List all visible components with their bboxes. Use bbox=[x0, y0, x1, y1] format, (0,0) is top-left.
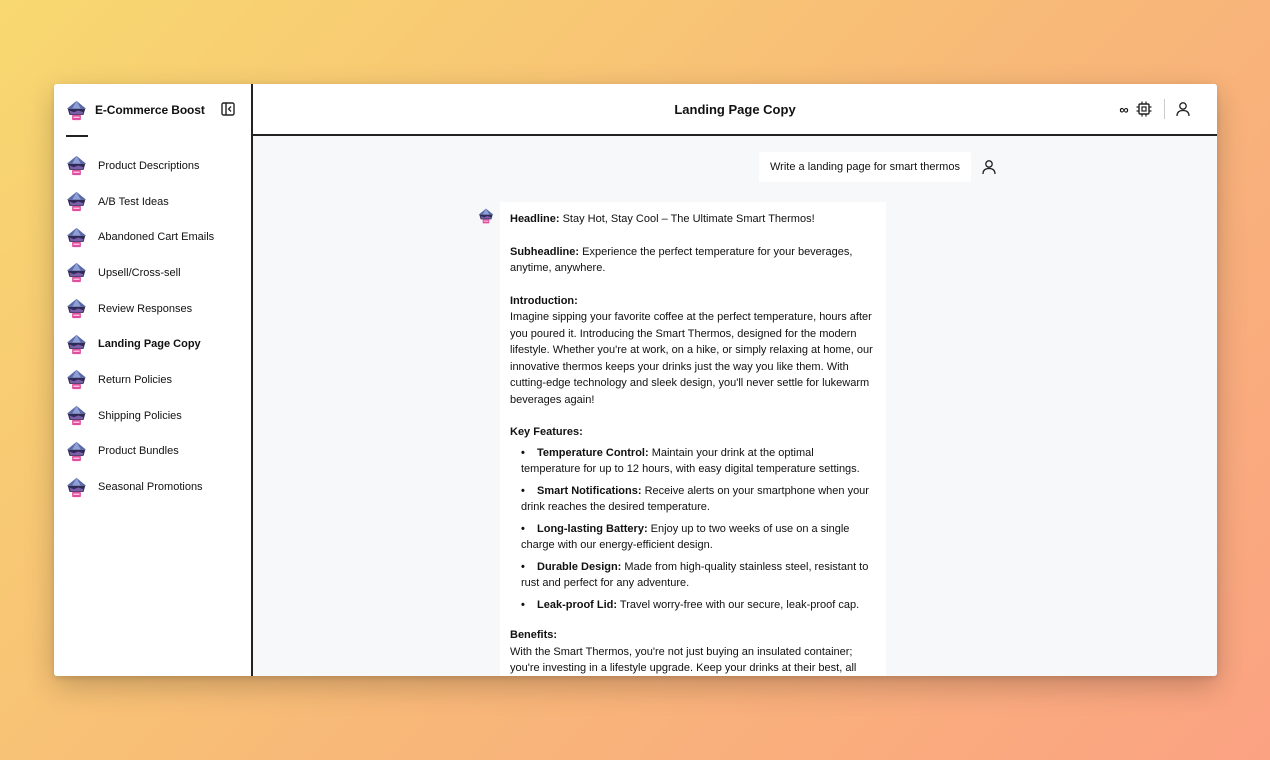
feature-title: Leak-proof Lid: bbox=[537, 598, 618, 611]
app-window: E-Commerce Boost Product Descriptions A/… bbox=[54, 84, 1217, 676]
feature-title: Durable Design: bbox=[537, 560, 622, 573]
benefits-label: Benefits: bbox=[510, 629, 558, 641]
list-item: • Long-lasting Battery: Enjoy up to two w… bbox=[521, 522, 850, 552]
sidebar-item-label: Upsell/Cross-sell bbox=[98, 266, 181, 279]
introduction-label: Introduction: bbox=[510, 294, 578, 307]
sidebar-item-product-bundles[interactable]: Product Bundles bbox=[54, 434, 251, 470]
item-logo-icon bbox=[66, 369, 87, 390]
sidebar-item-abandoned-cart-emails[interactable]: Abandoned Cart Emails bbox=[54, 219, 251, 255]
cpu-chip-icon[interactable] bbox=[1136, 101, 1152, 117]
sidebar-item-product-descriptions[interactable]: Product Descriptions bbox=[54, 148, 251, 184]
list-item: • Temperature Control: Maintain your drin… bbox=[521, 446, 860, 476]
sidebar-item-label: Product Descriptions bbox=[98, 159, 200, 172]
list-item: • Smart Notifications: Receive alerts on … bbox=[521, 484, 869, 514]
sidebar-item-return-policies[interactable]: Return Policies bbox=[54, 362, 251, 398]
introduction-text: Imagine sipping your favorite coffee at … bbox=[510, 311, 873, 406]
item-logo-icon bbox=[66, 441, 87, 462]
sidebar-item-label: Landing Page Copy bbox=[98, 338, 201, 351]
item-logo-icon bbox=[66, 227, 87, 248]
sidebar-item-label: Seasonal Promotions bbox=[98, 481, 203, 494]
benefits-paragraph: Benefits: With the Smart Thermos, you're … bbox=[510, 627, 876, 676]
feature-title: Long-lasting Battery: bbox=[537, 522, 648, 535]
assistant-message-row: Headline: Stay Hot, Stay Cool – The Ulti… bbox=[478, 202, 886, 676]
introduction-paragraph: Introduction: Imagine sipping your favori… bbox=[510, 293, 876, 409]
page-title: Landing Page Copy bbox=[674, 101, 796, 117]
sidebar-item-ab-test-ideas[interactable]: A/B Test Ideas bbox=[54, 184, 251, 220]
toolbar-divider bbox=[1164, 99, 1165, 119]
sidebar-item-label: Shipping Policies bbox=[98, 409, 182, 422]
key-features-label: Key Features: bbox=[510, 426, 583, 438]
top-bar: Landing Page Copy ∞ bbox=[253, 84, 1217, 136]
user-profile-icon[interactable] bbox=[1175, 101, 1191, 117]
user-message-row: Write a landing page for smart thermos bbox=[759, 152, 997, 182]
user-avatar-icon bbox=[982, 160, 996, 175]
item-logo-icon bbox=[66, 477, 87, 498]
headline-paragraph: Headline: Stay Hot, Stay Cool – The Ulti… bbox=[510, 211, 876, 228]
subheadline-paragraph: Subheadline: Experience the perfect temp… bbox=[510, 244, 876, 277]
sidebar-item-label: Return Policies bbox=[98, 373, 172, 386]
headline-label: Headline: bbox=[510, 213, 560, 225]
item-logo-icon bbox=[66, 155, 87, 176]
item-logo-icon bbox=[66, 405, 87, 426]
assistant-avatar-icon bbox=[478, 208, 494, 224]
item-logo-icon bbox=[66, 262, 87, 283]
sidebar-item-shipping-policies[interactable]: Shipping Policies bbox=[54, 398, 251, 434]
feature-text: Travel worry-free with our secure, leak-… bbox=[617, 598, 860, 611]
item-logo-icon bbox=[66, 298, 87, 319]
toolbar-icons: ∞ bbox=[1118, 84, 1191, 134]
sidebar-header-underline bbox=[66, 135, 88, 137]
sidebar-item-upsell-cross-sell[interactable]: Upsell/Cross-sell bbox=[54, 255, 251, 291]
chat-area: Write a landing page for smart thermos H… bbox=[253, 136, 1217, 676]
key-features-section: Key Features: • Temperature Control: Main… bbox=[510, 424, 876, 613]
brand-name: E-Commerce Boost bbox=[95, 103, 205, 117]
sidebar-item-label: A/B Test Ideas bbox=[98, 195, 169, 208]
sidebar-item-label: Review Responses bbox=[98, 302, 193, 315]
feature-title: Smart Notifications: bbox=[537, 484, 642, 497]
infinity-icon[interactable]: ∞ bbox=[1118, 102, 1130, 117]
assistant-message-bubble: Headline: Stay Hot, Stay Cool – The Ulti… bbox=[500, 202, 886, 676]
sidebar-nav: Product Descriptions A/B Test Ideas Aban… bbox=[54, 136, 251, 505]
sidebar-item-label: Product Bundles bbox=[98, 445, 179, 458]
sidebar-item-landing-page-copy[interactable]: Landing Page Copy bbox=[54, 326, 251, 362]
sidebar: E-Commerce Boost Product Descriptions A/… bbox=[54, 84, 253, 676]
feature-title: Temperature Control: bbox=[537, 446, 649, 459]
subheadline-label: Subheadline: bbox=[510, 245, 580, 258]
headline-text: Stay Hot, Stay Cool – The Ultimate Smart… bbox=[559, 213, 815, 225]
sidebar-item-review-responses[interactable]: Review Responses bbox=[54, 291, 251, 327]
benefits-text: With the Smart Thermos, you're not just … bbox=[510, 645, 857, 675]
sidebar-item-label: Abandoned Cart Emails bbox=[98, 231, 215, 244]
list-item: • Leak-proof Lid: Travel worry-free with … bbox=[521, 598, 860, 611]
user-message-bubble: Write a landing page for smart thermos bbox=[759, 152, 971, 182]
list-item: • Durable Design: Made from high-quality … bbox=[521, 560, 869, 590]
key-features-list: • Temperature Control: Maintain your drin… bbox=[510, 445, 876, 614]
brand-logo-icon bbox=[66, 100, 87, 121]
main-panel: Landing Page Copy ∞ Write a landing page… bbox=[253, 84, 1217, 676]
collapse-sidebar-icon[interactable] bbox=[221, 102, 235, 116]
sidebar-item-seasonal-promotions[interactable]: Seasonal Promotions bbox=[54, 469, 251, 505]
item-logo-icon bbox=[66, 334, 87, 355]
item-logo-icon bbox=[66, 191, 87, 212]
sidebar-header: E-Commerce Boost bbox=[54, 84, 251, 136]
